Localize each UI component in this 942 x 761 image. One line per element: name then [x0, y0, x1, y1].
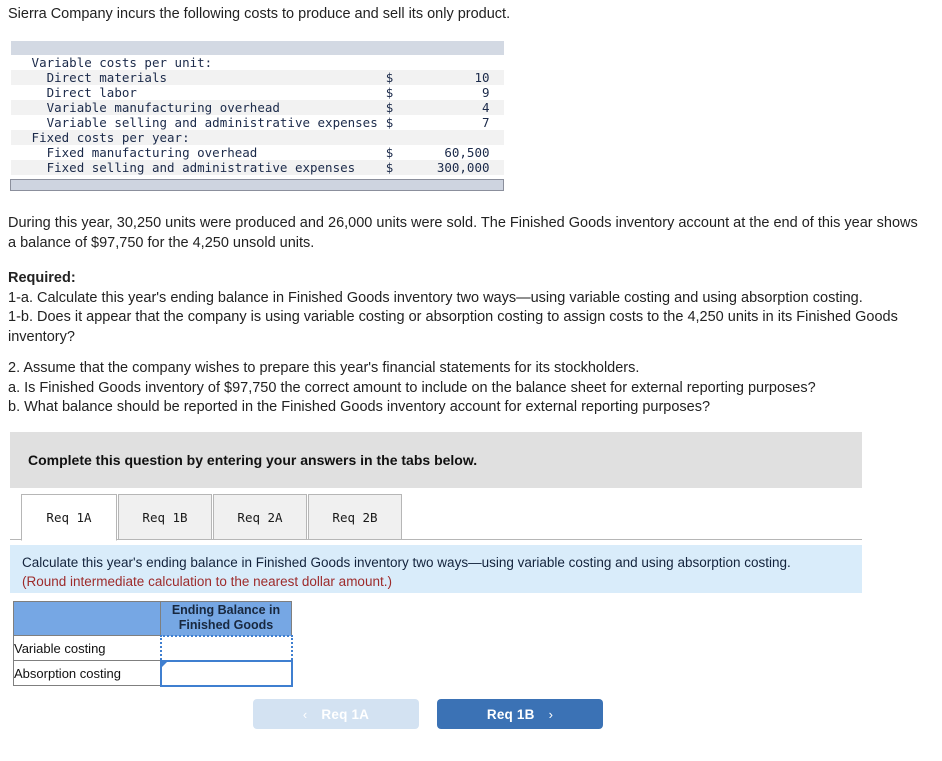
cost-row-value: 4	[421, 100, 504, 115]
requirement-panel-hint: (Round intermediate calculation to the n…	[22, 574, 392, 589]
cost-row-value: 10	[421, 70, 504, 85]
cost-row-value: 9	[421, 85, 504, 100]
answer-input-absorption-costing[interactable]	[161, 661, 291, 685]
cost-row-label: Variable selling and administrative expe…	[10, 115, 378, 130]
cost-row-currency: $	[377, 145, 422, 160]
answer-table-row: Variable costing	[13, 634, 293, 662]
answer-table-column-header: Ending Balance in Finished Goods	[160, 601, 292, 636]
question-two-line-a: a. Is Finished Goods inventory of $97,75…	[8, 379, 816, 396]
cost-table-row: Variable selling and administrative expe…	[10, 115, 504, 130]
cost-row-value	[421, 130, 504, 145]
cost-row-value: 60,500	[421, 145, 504, 160]
required-section: Required: 1-a. Calculate this year's end…	[8, 269, 938, 347]
answer-input-variable-costing[interactable]	[161, 636, 291, 660]
required-line-1a: 1-a. Calculate this year's ending balanc…	[8, 289, 863, 306]
required-heading: Required:	[8, 270, 76, 286]
cost-row-label: Fixed manufacturing overhead	[10, 145, 378, 160]
cost-row-currency	[377, 130, 422, 145]
during-year-paragraph: During this year, 30,250 units were prod…	[8, 215, 918, 251]
answer-input-cell[interactable]	[159, 659, 293, 687]
tab-label: Req 1A	[46, 510, 92, 525]
cost-row-value: 7	[421, 115, 504, 130]
answer-table-body: Variable costing Absorption costing	[13, 634, 293, 687]
cost-row-label: Fixed selling and administrative expense…	[10, 160, 378, 175]
cost-row-currency: $	[377, 100, 422, 115]
cost-table-body	[10, 41, 504, 55]
cost-row-currency: $	[377, 160, 422, 175]
cost-table-row: Direct materials $10	[10, 70, 504, 85]
cost-table-row: Direct labor $9	[10, 85, 504, 100]
cost-table-header-bar-cell	[10, 41, 504, 55]
fill-handle-icon[interactable]	[160, 660, 168, 668]
cost-row-currency: $	[377, 115, 422, 130]
chevron-left-icon: ‹	[302, 706, 308, 722]
answer-row-label: Variable costing	[13, 635, 161, 661]
question-two-line-b: b. What balance should be reported in th…	[8, 399, 711, 415]
cost-row-label: Direct materials	[10, 70, 378, 85]
cost-table-row: Fixed costs per year:	[10, 130, 504, 145]
next-req-label: Req 1B	[486, 706, 535, 722]
answer-table: Ending Balance in Finished Goods Variabl…	[13, 601, 293, 687]
cost-row-label: Fixed costs per year:	[10, 130, 378, 145]
chevron-right-icon: ›	[548, 706, 554, 722]
required-line-1b: 1-b. Does it appear that the company is …	[8, 309, 898, 345]
instruction-banner: Complete this question by entering your …	[10, 432, 862, 488]
tab-req-1b[interactable]: Req 1B	[118, 494, 212, 540]
cost-row-label: Direct labor	[10, 85, 378, 100]
cost-table-footer-bar-cell	[10, 179, 504, 191]
answer-input-cell[interactable]	[159, 634, 293, 662]
cost-row-currency: $	[377, 85, 422, 100]
cost-data-table: Variable costs per unit: Direct material…	[10, 41, 504, 191]
cost-row-currency: $	[377, 70, 422, 85]
answer-table-head: Ending Balance in Finished Goods	[13, 601, 292, 636]
tab-label: Req 1B	[142, 509, 188, 525]
requirement-panel-text: Calculate this year's ending balance in …	[22, 553, 832, 591]
requirement-panel: Calculate this year's ending balance in …	[10, 545, 862, 593]
answer-table-corner-cell	[13, 601, 161, 636]
question-two-line: 2. Assume that the company wishes to pre…	[8, 360, 640, 376]
cost-row-value: 300,000	[421, 160, 504, 175]
tab-req-1a[interactable]: Req 1A	[21, 494, 117, 541]
tab-req-2a[interactable]: Req 2A	[213, 494, 307, 540]
instruction-banner-text: Complete this question by entering your …	[28, 452, 478, 468]
tab-label: Req 2B	[332, 509, 378, 525]
tab-label: Req 2A	[237, 509, 283, 525]
cost-table-footer-bar	[10, 179, 504, 191]
prev-req-button[interactable]: ‹ Req 1A	[253, 699, 419, 729]
tab-strip: Req 1A Req 1B Req 2A Req 2B	[10, 494, 862, 542]
requirement-panel-main: Calculate this year's ending balance in …	[22, 555, 791, 570]
next-req-button[interactable]: Req 1B ›	[437, 699, 603, 729]
answer-table-header-row: Ending Balance in Finished Goods	[13, 601, 292, 636]
cost-row-label: Variable manufacturing overhead	[10, 100, 378, 115]
cost-row-currency	[377, 55, 422, 70]
cost-table-row: Fixed selling and administrative expense…	[10, 160, 504, 175]
tab-req-2b[interactable]: Req 2B	[308, 494, 402, 540]
cost-table-row: Variable manufacturing overhead $4	[10, 100, 504, 115]
cost-table-rows: Variable costs per unit: Direct material…	[10, 55, 504, 175]
cost-row-label: Variable costs per unit:	[10, 55, 378, 70]
cost-table-footer	[10, 175, 504, 191]
cost-table-row: Variable costs per unit:	[10, 55, 504, 70]
answer-table-row: Absorption costing	[13, 659, 293, 687]
question-two-section: 2. Assume that the company wishes to pre…	[8, 359, 938, 418]
intro-paragraph: Sierra Company incurs the following cost…	[8, 6, 511, 22]
cost-table-header-bar	[10, 41, 504, 55]
cost-row-value	[421, 55, 504, 70]
answer-row-label: Absorption costing	[13, 660, 161, 686]
cost-table-row: Fixed manufacturing overhead $60,500	[10, 145, 504, 160]
prev-req-label: Req 1A	[321, 706, 370, 722]
